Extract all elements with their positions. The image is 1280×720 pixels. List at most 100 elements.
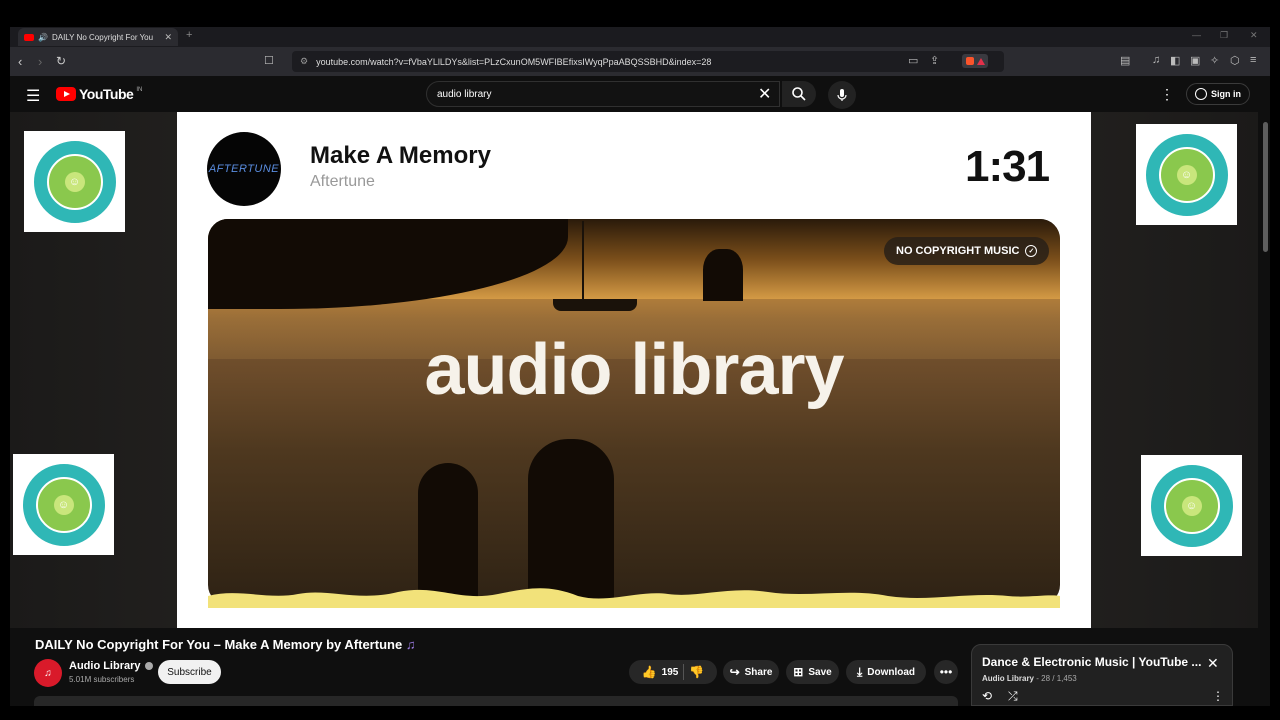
sailboat-silhouette <box>553 299 637 311</box>
playlist-title[interactable]: Dance & Electronic Music | YouTube ... <box>982 655 1202 669</box>
cast-icon[interactable]: ▭ <box>908 54 918 67</box>
leo-ai-icon[interactable]: ✧ <box>1210 54 1219 67</box>
speaker-icon: 🔊 <box>38 32 48 42</box>
back-arrow-icon[interactable]: ‹ <box>18 54 22 69</box>
verified-icon <box>144 662 153 670</box>
media-icon[interactable]: ♫ <box>1152 54 1160 66</box>
share-icon: ↪ <box>729 665 740 679</box>
download-button[interactable]: ⤓ Download <box>846 660 926 684</box>
settings-more-icon[interactable]: ⋮ <box>1160 86 1174 103</box>
wellness-wheel-image: ☺ <box>13 454 114 555</box>
save-button[interactable]: ⊞ Save <box>786 660 839 684</box>
sign-in-button[interactable]: Sign in <box>1186 83 1250 105</box>
new-tab-button[interactable]: + <box>186 29 192 41</box>
guide-menu-icon[interactable]: ☰ <box>26 86 40 106</box>
logo-region: IN <box>136 87 143 93</box>
sign-in-label: Sign in <box>1211 89 1241 99</box>
subscriber-count: 5.01M subscribers <box>69 675 135 684</box>
browser-toolbar: ‹ › ↻ ☐ ⚙ youtube.com/watch?v=fVbaYLlLDY… <box>10 47 1270 76</box>
more-actions-button[interactable]: ••• <box>934 660 958 684</box>
search-button[interactable] <box>782 81 816 107</box>
playlist-position: 28 / 1,453 <box>1041 674 1077 683</box>
wallet-icon[interactable]: ▣ <box>1190 54 1200 67</box>
scrollbar-thumb[interactable] <box>1263 122 1268 252</box>
address-bar[interactable]: ⚙ youtube.com/watch?v=fVbaYLlLDYs&list=P… <box>292 51 1004 72</box>
video-title-text: DAILY No Copyright For You – Make A Memo… <box>35 637 403 652</box>
site-settings-icon[interactable]: ⚙ <box>300 56 308 67</box>
account-icon <box>1195 88 1207 100</box>
audio-waveform <box>208 588 1060 608</box>
track-duration: 1:31 <box>965 142 1050 191</box>
track-card: AFTERTUNE Make A Memory Aftertune 1:31 N… <box>177 112 1091 628</box>
reload-icon[interactable]: ↻ <box>56 54 66 68</box>
divider <box>683 664 685 680</box>
download-icon: ⤓ <box>856 664 863 679</box>
channel-name-text: Audio Library <box>69 660 141 672</box>
video-title: DAILY No Copyright For You – Make A Memo… <box>35 637 416 652</box>
close-window-button[interactable]: ✕ <box>1250 30 1258 41</box>
track-title: Make A Memory <box>310 142 491 169</box>
share-page-icon[interactable]: ⇪ <box>930 54 939 67</box>
no-copyright-badge: NO COPYRIGHT MUSIC ✓ <box>884 237 1050 265</box>
playlist-panel: Dance & Electronic Music | YouTube ... A… <box>971 644 1233 706</box>
like-count[interactable]: 195 <box>662 667 679 678</box>
playlist-meta: Audio Library - 28 / 1,453 <box>982 674 1077 683</box>
brave-shields-button[interactable] <box>962 54 988 68</box>
share-label: Share <box>744 666 773 678</box>
search-icon <box>792 87 806 101</box>
subscribe-button[interactable]: Subscribe <box>158 660 221 684</box>
sidebar-toggle-icon[interactable]: ▤ <box>1120 54 1130 67</box>
sunset-beach-image: NO COPYRIGHT MUSIC ✓ audio library <box>208 219 1060 605</box>
bookmark-icon[interactable]: ☐ <box>264 54 274 67</box>
tab-close-icon[interactable]: ✕ <box>164 32 172 43</box>
maximize-button[interactable]: ❐ <box>1220 30 1228 41</box>
wellness-wheel-image: ☺ <box>24 131 125 232</box>
save-label: Save <box>808 666 832 678</box>
channel-avatar[interactable]: ♫ <box>34 659 62 687</box>
clear-search-icon[interactable]: ✕ <box>758 84 771 104</box>
share-button[interactable]: ↪ Share <box>723 660 779 684</box>
menu-icon[interactable]: ≡ <box>1250 54 1256 66</box>
shuffle-icon[interactable]: ⤮ <box>1008 689 1018 704</box>
video-player[interactable]: ☺ ☺ ☺ ☺ AFTERTUNE Make A Memory Aftertun… <box>10 112 1258 628</box>
brave-lion-icon <box>965 57 974 65</box>
youtube-favicon-icon <box>24 33 34 41</box>
tab-title: DAILY No Copyright For You <box>51 32 154 42</box>
forward-arrow-icon[interactable]: › <box>38 54 42 69</box>
like-dislike-group: 👍 195 👎 <box>629 660 717 684</box>
badge-label: NO COPYRIGHT MUSIC <box>896 245 1020 257</box>
audio-library-wordmark: audio library <box>424 330 844 410</box>
boat-mast <box>582 221 584 301</box>
voice-search-button[interactable] <box>828 81 856 109</box>
search-query: audio library <box>437 88 492 100</box>
browser-tabbar: 🔊 DAILY No Copyright For You ✕ + — ❐ ✕ <box>10 27 1270 47</box>
logo-text: YouTube <box>79 86 134 102</box>
description-box[interactable] <box>34 696 958 706</box>
like-icon[interactable]: 👍 <box>642 665 657 679</box>
dislike-icon[interactable]: 👎 <box>689 665 704 679</box>
minimize-button[interactable]: — <box>1192 30 1201 40</box>
music-note-icon: ♫ <box>405 637 416 652</box>
channel-name[interactable]: Audio Library <box>69 660 153 672</box>
masthead: ☰ YouTube IN audio library ✕ ⋮ Sign in <box>10 76 1270 112</box>
wellness-wheel-image: ☺ <box>1136 124 1237 225</box>
vpn-icon[interactable]: ⬡ <box>1230 54 1240 67</box>
playlist-more-icon[interactable]: ⋮ <box>1212 689 1224 703</box>
youtube-page: ☰ YouTube IN audio library ✕ ⋮ Sign in ☺… <box>10 76 1270 706</box>
youtube-logo[interactable]: YouTube IN <box>56 86 142 102</box>
browser-tab[interactable]: 🔊 DAILY No Copyright For You ✕ <box>18 28 178 46</box>
screen: 🔊 DAILY No Copyright For You ✕ + — ❐ ✕ ‹… <box>0 0 1280 720</box>
url-text: youtube.com/watch?v=fVbaYLlLDYs&list=PLz… <box>316 56 712 67</box>
save-icon: ⊞ <box>793 665 804 679</box>
download-label: Download <box>867 666 916 678</box>
close-playlist-icon[interactable]: ✕ <box>1207 655 1219 672</box>
rock-silhouette <box>703 249 743 301</box>
split-view-icon[interactable]: ◧ <box>1170 54 1180 67</box>
playlist-channel[interactable]: Audio Library <box>982 674 1034 683</box>
check-circle-icon: ✓ <box>1025 245 1038 257</box>
search-input[interactable]: audio library <box>426 81 780 107</box>
loop-icon[interactable]: ⟲ <box>982 689 992 703</box>
wellness-wheel-image: ☺ <box>1141 455 1242 556</box>
microphone-icon <box>837 89 847 101</box>
brave-rewards-icon <box>976 57 985 65</box>
